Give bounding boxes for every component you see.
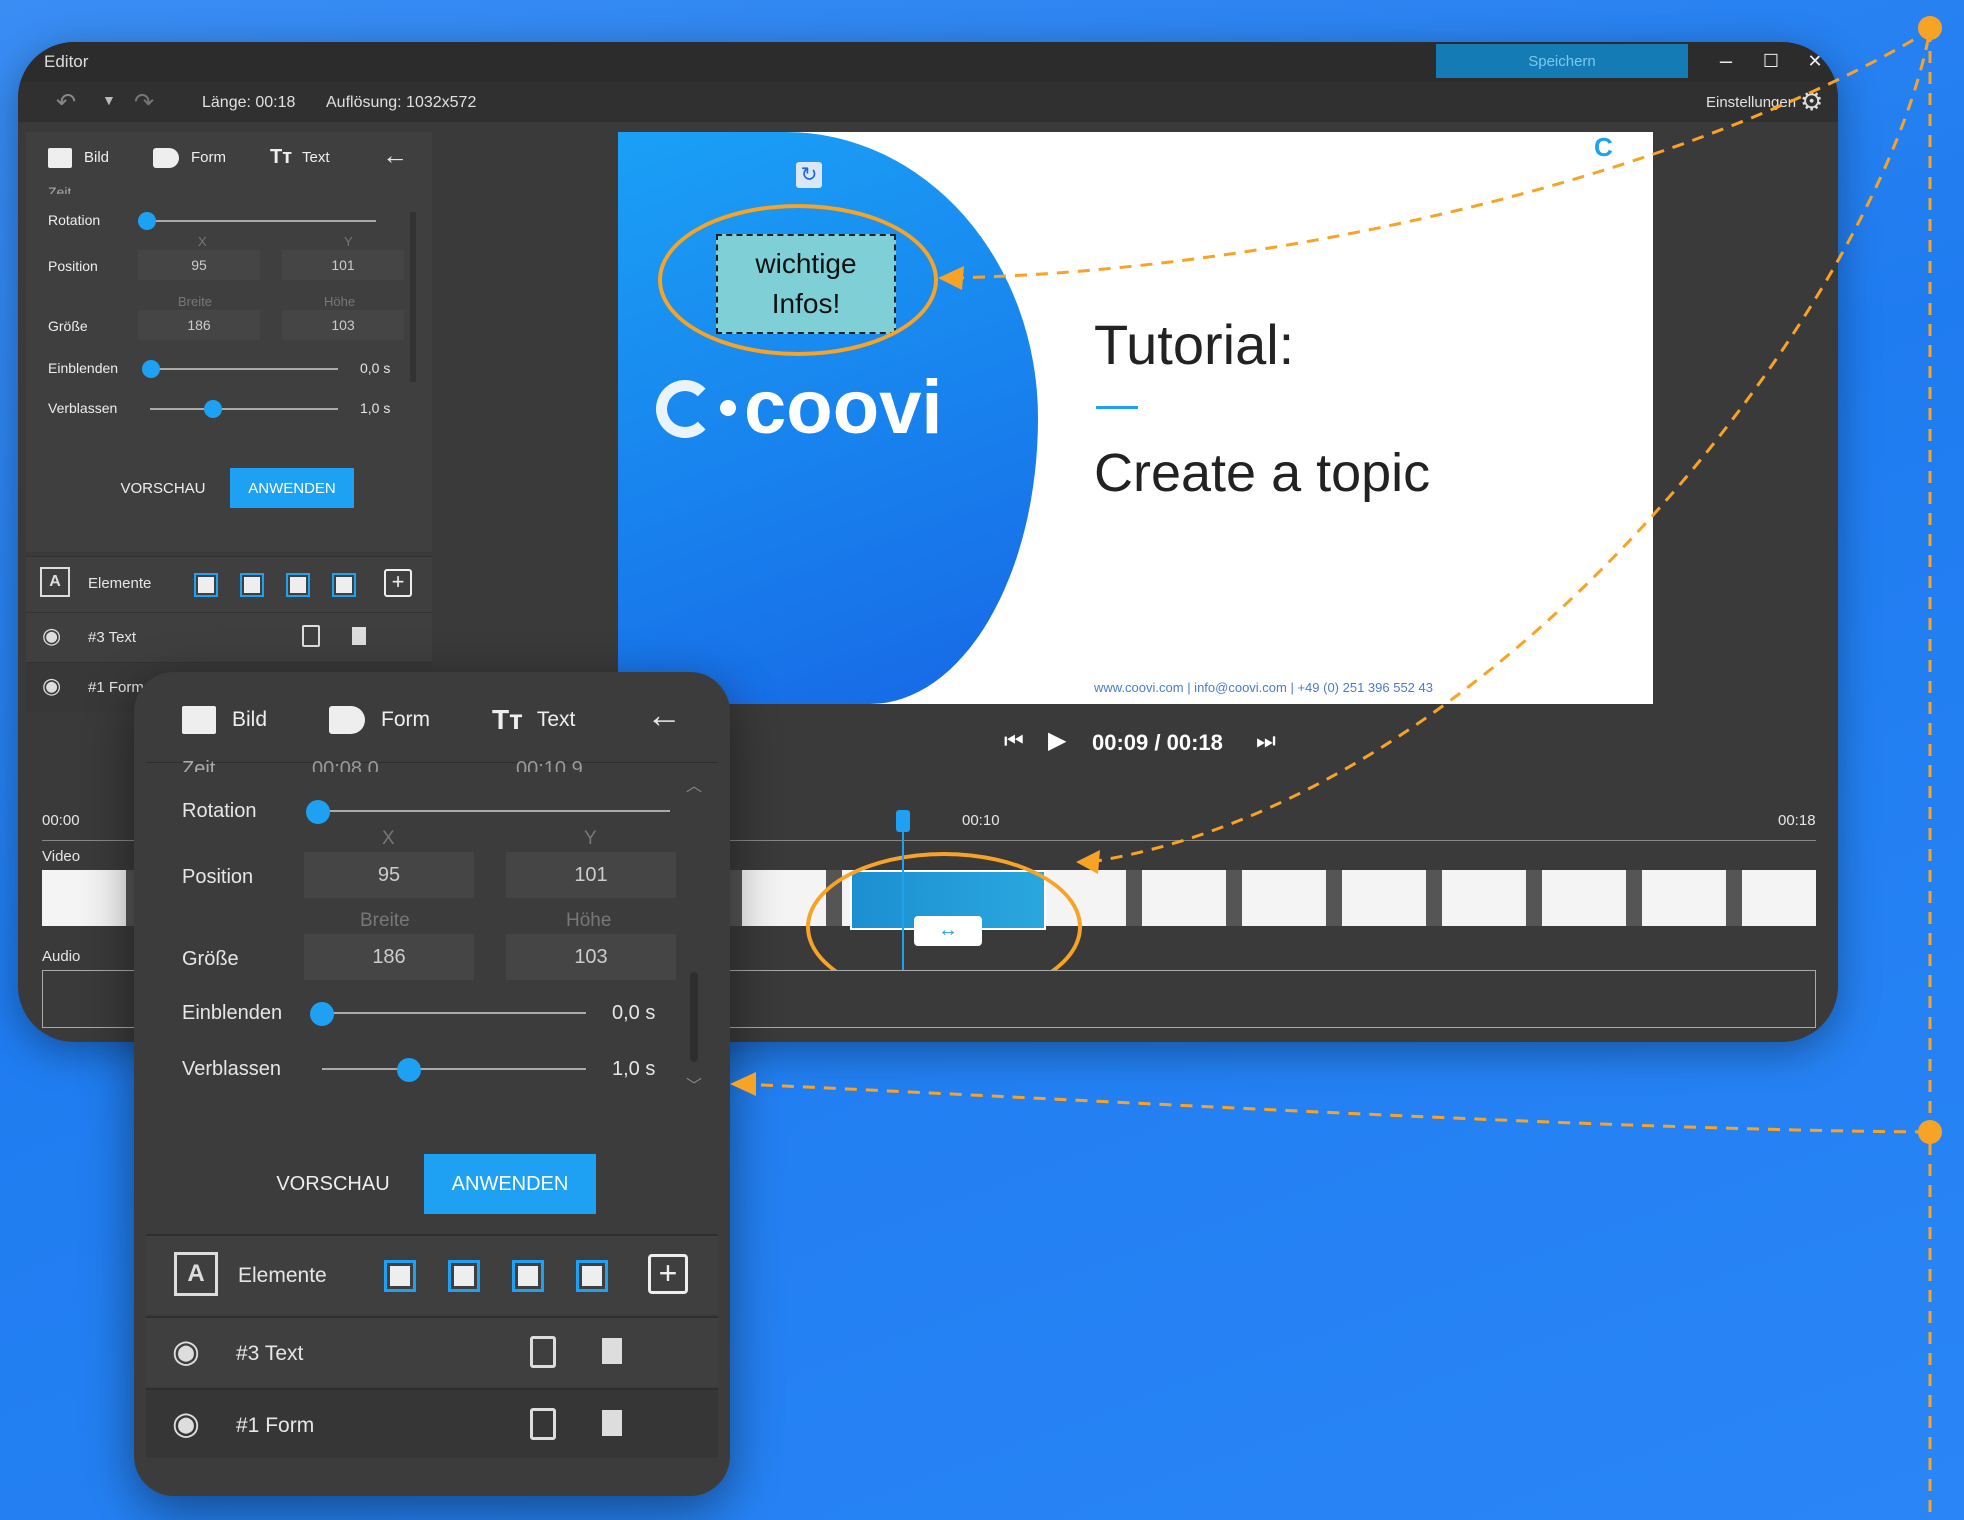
callout-dot-top: [1918, 16, 1942, 40]
callout-lines: [730, 28, 1932, 1520]
arrow-head-2: [1076, 850, 1100, 874]
callout-line-3: [739, 1082, 1931, 1134]
arrow-head-3: [730, 1072, 756, 1096]
callout-line-2: [1089, 29, 1932, 864]
arrow-head-1: [938, 266, 964, 290]
callout-line-1: [951, 28, 1931, 280]
callout-dot-bottom: [1918, 1120, 1942, 1144]
